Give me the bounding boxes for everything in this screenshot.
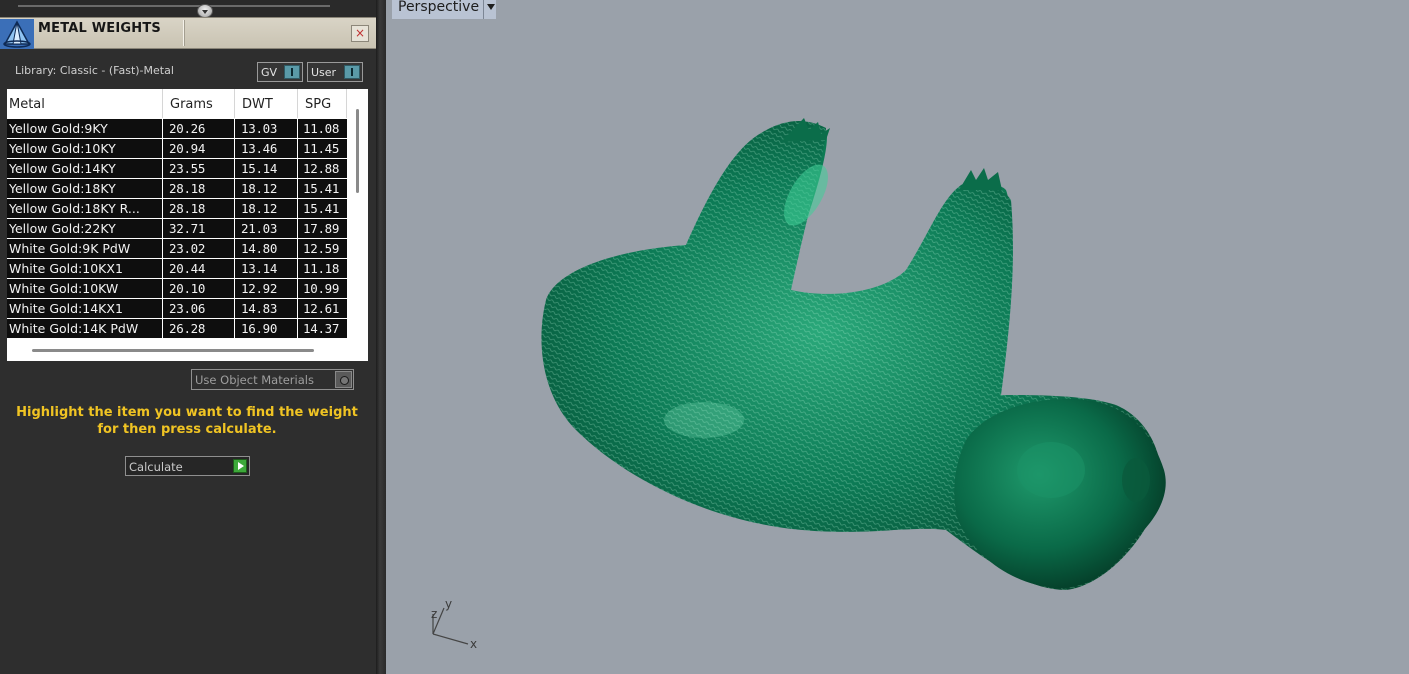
cell-grams: 26.28 bbox=[163, 319, 234, 338]
panel-titlebar: METAL WEIGHTS × bbox=[0, 17, 376, 49]
cell-spg: 12.61 bbox=[298, 299, 347, 318]
cell-metal: Yellow Gold:18KY R... bbox=[7, 199, 162, 218]
panel-title: METAL WEIGHTS bbox=[38, 21, 161, 36]
table-row[interactable]: White Gold:14KX1 23.06 14.83 12.61 bbox=[7, 299, 347, 319]
use-object-materials-option[interactable]: Use Object Materials bbox=[191, 369, 354, 390]
cell-grams: 32.71 bbox=[163, 219, 234, 238]
axis-label-z: z bbox=[431, 607, 437, 621]
table-row[interactable]: Yellow Gold:22KY 32.71 21.03 17.89 bbox=[7, 219, 347, 239]
instructions-text: Highlight the item you want to find the … bbox=[16, 405, 358, 437]
perspective-viewport[interactable]: Perspective x y z bbox=[386, 0, 1409, 674]
cell-spg: 14.37 bbox=[298, 319, 347, 338]
cell-dwt: 12.92 bbox=[235, 279, 297, 298]
radio-button-icon[interactable] bbox=[335, 371, 352, 388]
table-row[interactable]: Yellow Gold:18KY 28.18 18.12 15.41 bbox=[7, 179, 347, 199]
gv-toggle-label: GV bbox=[261, 66, 278, 79]
axis-gizmo: x y z bbox=[431, 597, 477, 651]
cell-grams: 20.94 bbox=[163, 139, 234, 158]
cell-grams: 23.55 bbox=[163, 159, 234, 178]
panel-splitter[interactable] bbox=[376, 0, 386, 674]
table-row[interactable]: Yellow Gold:9KY 20.26 13.03 11.08 bbox=[7, 119, 347, 139]
vertical-scrollbar[interactable] bbox=[356, 109, 359, 193]
cell-spg: 11.18 bbox=[298, 259, 347, 278]
column-header-metal[interactable]: Metal bbox=[7, 89, 163, 118]
table-row[interactable]: White Gold:10KX1 20.44 13.14 11.18 bbox=[7, 259, 347, 279]
column-header-dwt[interactable]: DWT bbox=[235, 89, 298, 118]
axis-label-y: y bbox=[445, 597, 452, 611]
cell-dwt: 13.14 bbox=[235, 259, 297, 278]
model-front-paw bbox=[959, 168, 1002, 190]
cell-grams: 23.06 bbox=[163, 299, 234, 318]
toggle-switch-icon bbox=[284, 65, 300, 79]
cell-metal: Yellow Gold:14KY bbox=[7, 159, 162, 178]
close-button[interactable]: × bbox=[351, 25, 369, 42]
axis-label-x: x bbox=[470, 637, 477, 651]
cell-metal: Yellow Gold:10KY bbox=[7, 139, 162, 158]
slider-track[interactable] bbox=[18, 4, 330, 18]
cell-grams: 23.02 bbox=[163, 239, 234, 258]
table-body: Yellow Gold:9KY 20.26 13.03 11.08 Yellow Gol… bbox=[7, 119, 347, 339]
use-object-materials-label: Use Object Materials bbox=[195, 373, 314, 387]
gv-toggle[interactable]: GV bbox=[257, 62, 303, 82]
cell-metal: White Gold:10KW bbox=[7, 279, 162, 298]
cell-dwt: 21.03 bbox=[235, 219, 297, 238]
cell-spg: 11.08 bbox=[298, 119, 347, 138]
cell-metal: Yellow Gold:22KY bbox=[7, 219, 162, 238]
cell-grams: 28.18 bbox=[163, 199, 234, 218]
library-label: Library: Classic - (Fast)-Metal bbox=[15, 64, 174, 77]
table-row[interactable]: White Gold:14K PdW 26.28 16.90 14.37 bbox=[7, 319, 347, 339]
cell-grams: 28.18 bbox=[163, 179, 234, 198]
cell-metal: White Gold:14KX1 bbox=[7, 299, 162, 318]
table-row[interactable]: Yellow Gold:10KY 20.94 13.46 11.45 bbox=[7, 139, 347, 159]
user-toggle[interactable]: User bbox=[307, 62, 363, 82]
cell-dwt: 13.46 bbox=[235, 139, 297, 158]
horizontal-scrollbar[interactable] bbox=[32, 349, 314, 352]
metal-table: Metal Grams DWT SPG Yellow Gold:9KY 20.26… bbox=[7, 89, 368, 361]
metal-weights-panel: METAL WEIGHTS × Library: Classic - (Fast… bbox=[0, 0, 376, 674]
column-header-grams[interactable]: Grams bbox=[163, 89, 235, 118]
calculate-label: Calculate bbox=[129, 460, 183, 474]
3d-model-render[interactable] bbox=[386, 0, 1409, 674]
slider-knob-icon[interactable] bbox=[197, 4, 213, 18]
table-row[interactable]: Yellow Gold:18KY R... 28.18 18.12 15.41 bbox=[7, 199, 347, 219]
column-header-spg[interactable]: SPG bbox=[298, 89, 347, 118]
table-header: Metal Grams DWT SPG bbox=[7, 89, 347, 118]
cell-dwt: 15.14 bbox=[235, 159, 297, 178]
title-divider bbox=[183, 20, 185, 46]
user-toggle-label: User bbox=[311, 66, 337, 79]
cell-spg: 15.41 bbox=[298, 199, 347, 218]
play-arrow-icon bbox=[233, 459, 247, 473]
calculate-button[interactable]: Calculate bbox=[125, 456, 250, 476]
cell-metal: White Gold:14K PdW bbox=[7, 319, 162, 338]
cell-dwt: 14.83 bbox=[235, 299, 297, 318]
cell-metal: Yellow Gold:9KY bbox=[7, 119, 162, 138]
metal-weights-logo-icon bbox=[0, 19, 34, 49]
cell-dwt: 13.03 bbox=[235, 119, 297, 138]
cell-grams: 20.26 bbox=[163, 119, 234, 138]
cell-metal: White Gold:10KX1 bbox=[7, 259, 162, 278]
cell-spg: 15.41 bbox=[298, 179, 347, 198]
cell-grams: 20.44 bbox=[163, 259, 234, 278]
cell-dwt: 16.90 bbox=[235, 319, 297, 338]
cell-metal: Yellow Gold:18KY bbox=[7, 179, 162, 198]
cell-dwt: 14.80 bbox=[235, 239, 297, 258]
table-row[interactable]: White Gold:10KW 20.10 12.92 10.99 bbox=[7, 279, 347, 299]
cell-spg: 10.99 bbox=[298, 279, 347, 298]
cell-grams: 20.10 bbox=[163, 279, 234, 298]
cell-metal: White Gold:9K PdW bbox=[7, 239, 162, 258]
cell-spg: 12.59 bbox=[298, 239, 347, 258]
cell-spg: 11.45 bbox=[298, 139, 347, 158]
table-row[interactable]: Yellow Gold:14KY 23.55 15.14 12.88 bbox=[7, 159, 347, 179]
top-slider-strip bbox=[0, 0, 376, 18]
table-row[interactable]: White Gold:9K PdW 23.02 14.80 12.59 bbox=[7, 239, 347, 259]
cell-dwt: 18.12 bbox=[235, 199, 297, 218]
close-icon: × bbox=[354, 26, 366, 40]
cell-spg: 17.89 bbox=[298, 219, 347, 238]
cell-dwt: 18.12 bbox=[235, 179, 297, 198]
toggle-switch-icon bbox=[344, 65, 360, 79]
cell-spg: 12.88 bbox=[298, 159, 347, 178]
